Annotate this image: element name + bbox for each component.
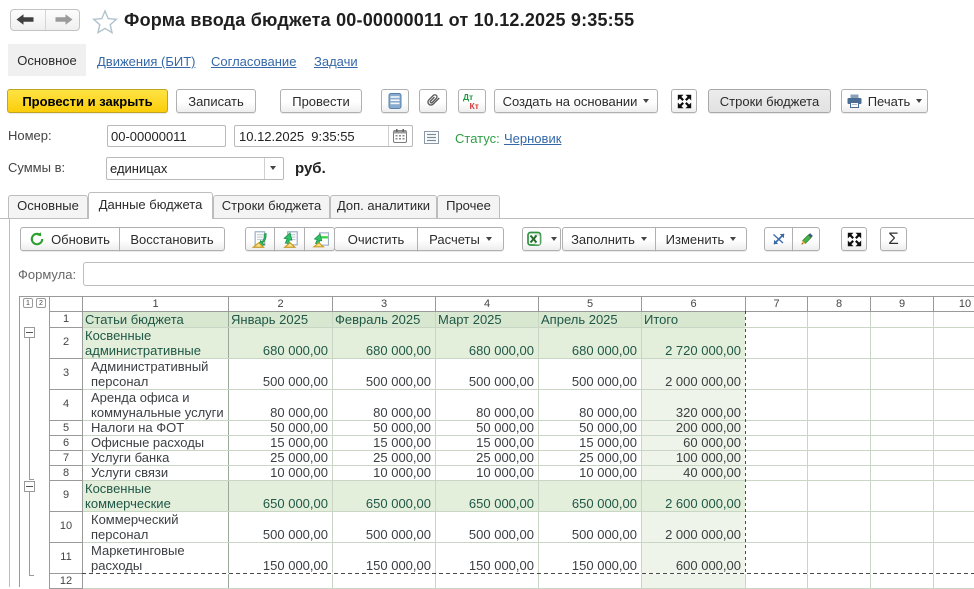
svg-text:Кт: Кт — [469, 101, 478, 110]
